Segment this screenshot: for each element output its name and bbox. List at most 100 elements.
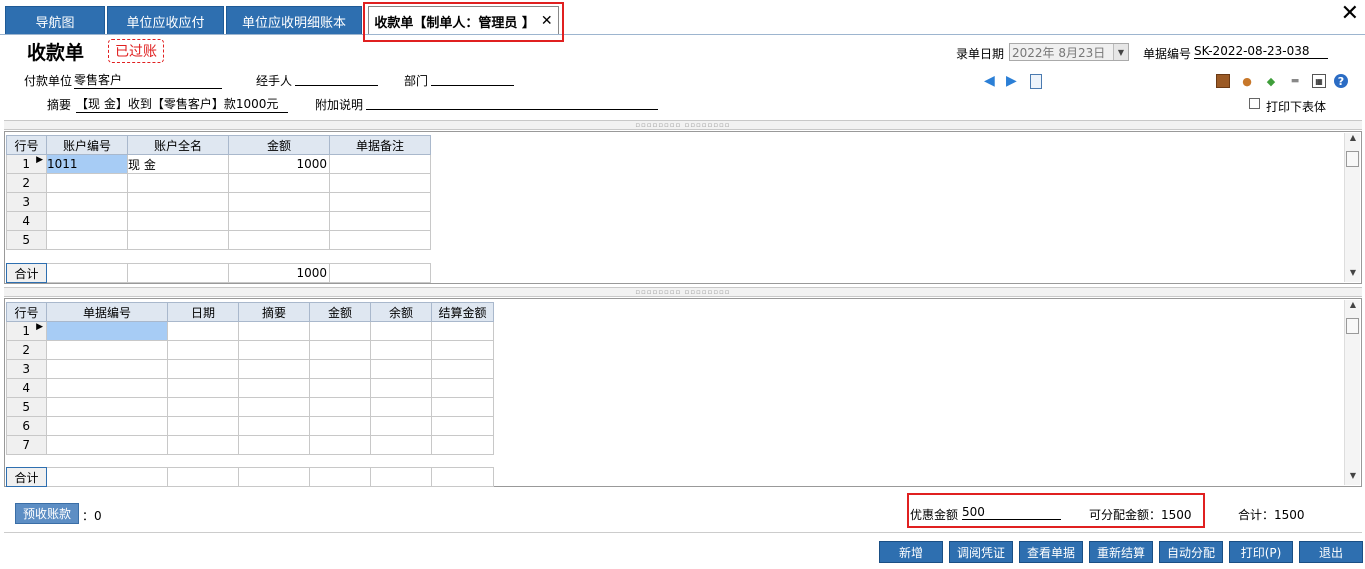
settle-amount-cell[interactable] <box>431 416 494 436</box>
account-code-cell[interactable] <box>46 192 128 212</box>
table-row[interactable]: 5 <box>6 397 494 417</box>
summary-cell[interactable] <box>238 378 310 398</box>
doc-no-cell[interactable] <box>46 359 168 379</box>
payer-field[interactable]: 零售客户 <box>74 71 222 89</box>
prepay-button[interactable]: 预收账款 <box>15 503 79 524</box>
chevron-down-icon[interactable]: ▼ <box>1113 44 1128 60</box>
scroll-thumb[interactable] <box>1346 151 1359 167</box>
resettle-button[interactable]: 重新结算 <box>1089 541 1153 563</box>
splitter-top[interactable]: ▫▫▫▫▫▫▫▫ ▫▫▫▫▫▫▫▫ <box>4 120 1362 130</box>
remark-cell[interactable] <box>329 173 431 193</box>
account-grid-scrollbar[interactable]: ▲ ▼ <box>1344 133 1360 282</box>
summary-cell[interactable] <box>238 416 310 436</box>
scroll-down-icon[interactable]: ▼ <box>1345 268 1361 282</box>
account-code-cell[interactable] <box>46 173 128 193</box>
doc-no-field[interactable]: SK-2022-08-23-038 <box>1194 44 1328 59</box>
table-row[interactable]: 2 <box>6 340 494 360</box>
splitter-middle[interactable]: ▫▫▫▫▫▫▫▫ ▫▫▫▫▫▫▫▫ <box>4 287 1362 297</box>
amount-cell[interactable] <box>309 340 371 360</box>
scroll-down-icon[interactable]: ▼ <box>1345 471 1361 485</box>
table-row[interactable]: 7 <box>6 435 494 455</box>
tab-navigation[interactable]: 导航图 <box>5 6 105 35</box>
settle-amount-cell[interactable] <box>431 397 494 417</box>
settle-amount-cell[interactable] <box>431 321 494 341</box>
amount-cell[interactable] <box>309 397 371 417</box>
close-icon[interactable]: ✕ <box>1341 2 1359 26</box>
arrow-right-icon[interactable]: ▶ <box>1006 73 1017 89</box>
print-button[interactable]: 打印(P) <box>1229 541 1293 563</box>
table-row[interactable]: 3 <box>6 192 431 212</box>
table-row[interactable]: 6 <box>6 416 494 436</box>
doc-no-cell[interactable] <box>46 321 168 341</box>
amount-cell[interactable] <box>228 173 330 193</box>
settle-grid-scrollbar[interactable]: ▲ ▼ <box>1344 300 1360 485</box>
settle-amount-cell[interactable] <box>431 340 494 360</box>
leaf-icon[interactable]: ◆ <box>1264 74 1278 88</box>
summary-cell[interactable] <box>238 321 310 341</box>
date-cell[interactable] <box>167 321 239 341</box>
balance-cell[interactable] <box>370 435 432 455</box>
amount-cell[interactable] <box>309 416 371 436</box>
amount-cell[interactable] <box>309 435 371 455</box>
table-row[interactable]: 5 <box>6 230 431 250</box>
handler-field[interactable] <box>295 71 378 86</box>
account-code-cell[interactable]: 1011 <box>46 154 128 174</box>
account-name-cell[interactable]: 现 金 <box>127 154 229 174</box>
remark-cell[interactable] <box>329 230 431 250</box>
table-row[interactable]: 3 <box>6 359 494 379</box>
doc-no-cell[interactable] <box>46 340 168 360</box>
link-icon[interactable]: ▬ <box>1288 74 1302 88</box>
print-header-checkbox[interactable] <box>1249 98 1260 109</box>
balance-cell[interactable] <box>370 321 432 341</box>
table-row[interactable]: 2 <box>6 173 431 193</box>
date-cell[interactable] <box>167 378 239 398</box>
doc-no-cell[interactable] <box>46 416 168 436</box>
summary-cell[interactable] <box>238 435 310 455</box>
amount-cell[interactable] <box>228 192 330 212</box>
scroll-up-icon[interactable]: ▲ <box>1345 300 1361 314</box>
tab-unit-receivable-ledger[interactable]: 单位应收明细账本 <box>226 6 362 35</box>
grid-icon[interactable]: ▦ <box>1312 74 1326 88</box>
balance-cell[interactable] <box>370 340 432 360</box>
summary-cell[interactable] <box>238 340 310 360</box>
help-icon[interactable]: ? <box>1334 74 1348 88</box>
amount-cell[interactable] <box>309 321 371 341</box>
doc-no-cell[interactable] <box>46 435 168 455</box>
view-document-button[interactable]: 查看单据 <box>1019 541 1083 563</box>
table-row[interactable]: 4 <box>6 378 494 398</box>
summary-cell[interactable] <box>238 359 310 379</box>
doc-no-cell[interactable] <box>46 378 168 398</box>
amount-cell[interactable] <box>309 378 371 398</box>
account-name-cell[interactable] <box>127 173 229 193</box>
amount-cell[interactable] <box>309 359 371 379</box>
date-cell[interactable] <box>167 359 239 379</box>
settle-amount-cell[interactable] <box>431 378 494 398</box>
balance-cell[interactable] <box>370 416 432 436</box>
settle-amount-cell[interactable] <box>431 435 494 455</box>
remark-cell[interactable] <box>329 211 431 231</box>
summary-cell[interactable] <box>238 397 310 417</box>
account-name-cell[interactable] <box>127 192 229 212</box>
doc-no-cell[interactable] <box>46 397 168 417</box>
account-name-cell[interactable] <box>127 230 229 250</box>
balance-cell[interactable] <box>370 359 432 379</box>
exit-button[interactable]: 退出 <box>1299 541 1363 563</box>
date-cell[interactable] <box>167 416 239 436</box>
new-button[interactable]: 新增 <box>879 541 943 563</box>
amount-cell[interactable] <box>228 211 330 231</box>
door-icon[interactable] <box>1216 74 1230 88</box>
remark-cell[interactable] <box>329 154 431 174</box>
table-row[interactable]: 4 <box>6 211 431 231</box>
table-row[interactable]: 1 ▶ <box>6 321 494 341</box>
table-row[interactable]: 1 ▶ 1011 现 金 1000 <box>6 154 431 174</box>
scroll-up-icon[interactable]: ▲ <box>1345 133 1361 147</box>
balance-cell[interactable] <box>370 397 432 417</box>
amount-cell[interactable]: 1000 <box>228 154 330 174</box>
auto-allocate-button[interactable]: 自动分配 <box>1159 541 1223 563</box>
remark-cell[interactable] <box>329 192 431 212</box>
note-field[interactable] <box>366 95 658 110</box>
date-picker[interactable]: 2022年 8月23日 ▼ <box>1009 43 1129 61</box>
document-icon[interactable] <box>1030 74 1042 89</box>
summary-field[interactable]: 【现 金】收到【零售客户】款1000元 <box>76 95 288 113</box>
scroll-thumb[interactable] <box>1346 318 1359 334</box>
